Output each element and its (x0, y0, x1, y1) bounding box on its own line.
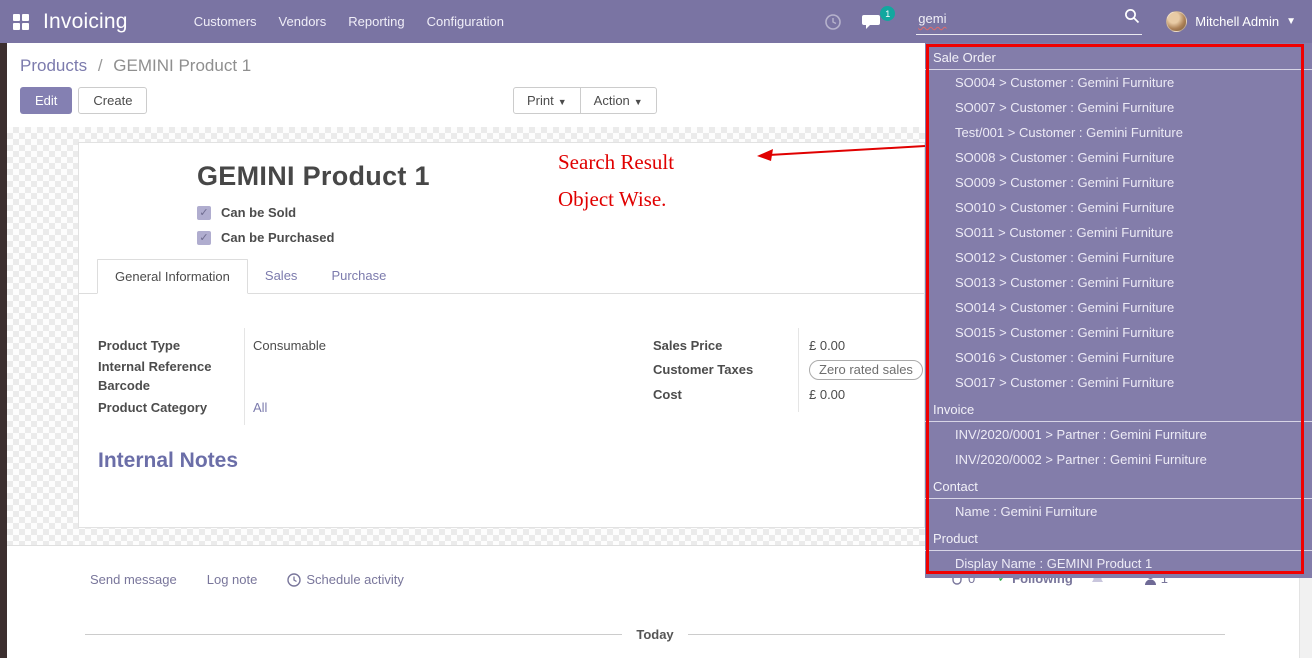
cost-label: Cost (653, 387, 809, 402)
cost-value[interactable]: £ 0.00 (809, 387, 845, 402)
search-result-item[interactable]: SO014 > Customer : Gemini Furniture (925, 295, 1312, 320)
breadcrumb-products-link[interactable]: Products (20, 56, 87, 75)
search-result-item[interactable]: INV/2020/0001 > Partner : Gemini Furnitu… (925, 422, 1312, 447)
can-be-sold-checkbox[interactable]: ✓ (197, 206, 211, 220)
sales-price-label: Sales Price (653, 338, 809, 353)
today-label: Today (636, 627, 673, 642)
search-result-item[interactable]: SO004 > Customer : Gemini Furniture (925, 70, 1312, 95)
app-title: Invoicing (43, 10, 128, 34)
search-results-dropdown: Sale Order SO004 > Customer : Gemini Fur… (925, 43, 1312, 578)
customer-taxes-tag[interactable]: Zero rated sales (809, 360, 923, 380)
search-result-item[interactable]: SO009 > Customer : Gemini Furniture (925, 170, 1312, 195)
search-input[interactable]: gemi (916, 8, 1142, 35)
left-edge-strip (0, 43, 7, 658)
customer-taxes-label: Customer Taxes (653, 362, 809, 377)
product-type-label: Product Type (98, 338, 253, 353)
user-menu[interactable]: Mitchell Admin (1195, 14, 1279, 29)
action-caret-icon: ▼ (634, 97, 643, 107)
notebook-tabs: General Information Sales Purchase (79, 259, 924, 294)
search-result-item[interactable]: SO012 > Customer : Gemini Furniture (925, 245, 1312, 270)
user-avatar[interactable] (1166, 11, 1187, 32)
print-dropdown-button[interactable]: Print▼ (514, 88, 580, 113)
messages-badge: 1 (880, 6, 895, 21)
edit-button[interactable]: Edit (20, 87, 72, 114)
menu-customers[interactable]: Customers (183, 2, 268, 41)
internal-notes-heading: Internal Notes (98, 449, 238, 473)
tab-sales[interactable]: Sales (248, 259, 315, 293)
annotation-text: Search Result Object Wise. (558, 144, 674, 218)
product-category-label: Product Category (98, 400, 253, 415)
section-header-contact: Contact (925, 472, 1312, 499)
print-caret-icon: ▼ (558, 97, 567, 107)
product-type-value[interactable]: Consumable (253, 338, 326, 353)
search-result-item[interactable]: SO007 > Customer : Gemini Furniture (925, 95, 1312, 120)
main-menu: Customers Vendors Reporting Configuratio… (183, 2, 515, 41)
internal-reference-label: Internal Reference (98, 359, 253, 374)
product-form-sheet: GEMINI Product 1 ✓ Can be Sold ✓ Can be … (78, 142, 925, 528)
section-header-sale-order: Sale Order (925, 43, 1312, 70)
search-result-item[interactable]: SO010 > Customer : Gemini Furniture (925, 195, 1312, 220)
tab-purchase[interactable]: Purchase (314, 259, 403, 293)
breadcrumb-current: GEMINI Product 1 (113, 56, 251, 75)
fields-left-column: Product Type Consumable Internal Referen… (98, 333, 528, 419)
menu-reporting[interactable]: Reporting (337, 2, 415, 41)
schedule-activity-button[interactable]: Schedule activity (287, 572, 404, 587)
can-be-purchased-label: Can be Purchased (221, 230, 334, 245)
product-category-value[interactable]: All (253, 400, 267, 415)
product-title: GEMINI Product 1 (197, 161, 430, 192)
search-result-item[interactable]: SO016 > Customer : Gemini Furniture (925, 345, 1312, 370)
can-be-sold-label: Can be Sold (221, 205, 296, 220)
create-button[interactable]: Create (78, 87, 147, 114)
section-header-invoice: Invoice (925, 395, 1312, 422)
search-result-item[interactable]: SO008 > Customer : Gemini Furniture (925, 145, 1312, 170)
schedule-clock-icon (287, 573, 301, 587)
search-result-item[interactable]: SO011 > Customer : Gemini Furniture (925, 220, 1312, 245)
section-header-product: Product (925, 524, 1312, 551)
search-result-item[interactable]: Name : Gemini Furniture (925, 499, 1312, 524)
can-be-purchased-checkbox[interactable]: ✓ (197, 231, 211, 245)
print-action-group: Print▼ Action▼ (513, 87, 657, 114)
search-result-item[interactable]: INV/2020/0002 > Partner : Gemini Furnitu… (925, 447, 1312, 472)
annotation-line2: Object Wise. (558, 181, 674, 218)
barcode-label: Barcode (98, 378, 253, 393)
search-result-item[interactable]: SO017 > Customer : Gemini Furniture (925, 370, 1312, 395)
search-result-item[interactable]: SO015 > Customer : Gemini Furniture (925, 320, 1312, 345)
apps-menu-icon[interactable] (13, 14, 29, 30)
search-input-value: gemi (918, 11, 946, 26)
sales-price-value[interactable]: £ 0.00 (809, 338, 845, 353)
fields-right-column: Sales Price £ 0.00 Customer Taxes Zero r… (653, 333, 923, 406)
today-divider: Today (85, 627, 1225, 642)
send-message-button[interactable]: Send message (90, 572, 177, 587)
annotation-line1: Search Result (558, 144, 674, 181)
menu-configuration[interactable]: Configuration (416, 2, 515, 41)
search-icon[interactable] (1124, 8, 1140, 29)
search-result-item[interactable]: SO013 > Customer : Gemini Furniture (925, 270, 1312, 295)
action-dropdown-button[interactable]: Action▼ (580, 88, 656, 113)
breadcrumb-separator: / (98, 56, 103, 75)
search-result-item[interactable]: Test/001 > Customer : Gemini Furniture (925, 120, 1312, 145)
user-menu-caret-icon[interactable]: ▼ (1286, 16, 1296, 27)
messages-icon[interactable]: 1 (862, 13, 882, 30)
search-result-item[interactable]: Display Name : GEMINI Product 1 (925, 551, 1312, 576)
tab-general-information[interactable]: General Information (97, 259, 248, 294)
log-note-button[interactable]: Log note (207, 572, 258, 587)
activities-clock-icon[interactable] (824, 13, 842, 31)
breadcrumb: Products / GEMINI Product 1 (20, 56, 251, 76)
top-navbar: Invoicing Customers Vendors Reporting Co… (0, 0, 1312, 43)
menu-vendors[interactable]: Vendors (268, 2, 338, 41)
